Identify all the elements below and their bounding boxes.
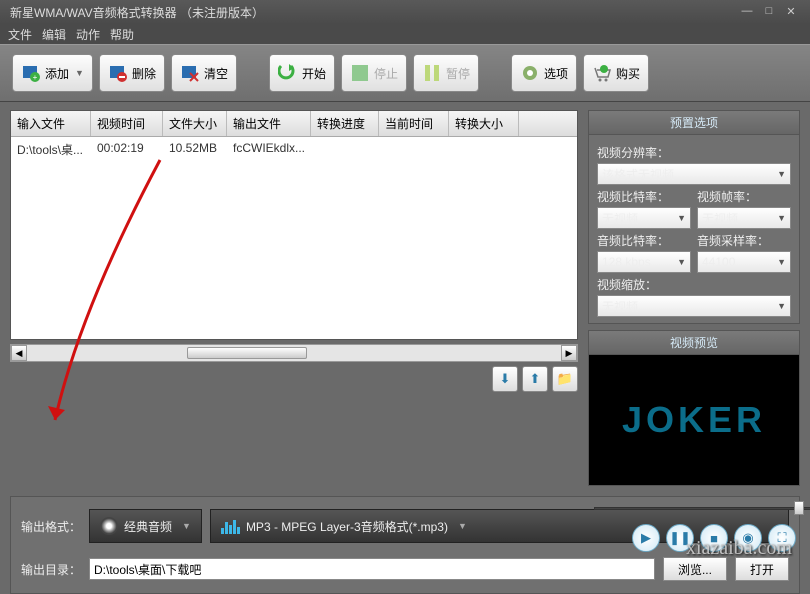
vbitrate-select[interactable]: 无视频 [597,207,691,229]
menu-file[interactable]: 文件 [8,26,32,42]
dropdown-icon: ▼ [182,521,191,531]
gear-icon [520,63,540,83]
disc-icon [100,517,118,535]
scroll-left-icon[interactable]: ◀ [11,345,27,361]
preview-logo: JOKER [622,399,766,441]
start-button[interactable]: 开始 [269,54,335,92]
dropdown-icon: ▼ [458,521,467,531]
open-button[interactable]: 打开 [735,557,789,581]
preview-panel: 视频预览 JOKER [588,330,800,486]
clear-button[interactable]: 清空 [171,54,237,92]
asample-select[interactable]: 44100 [697,251,791,273]
seek-slider[interactable] [594,502,796,514]
add-icon: + [21,63,41,83]
browse-button[interactable]: 浏览... [663,557,727,581]
pause-icon [422,63,442,83]
maximize-button[interactable]: □ [760,5,778,19]
preview-image: JOKER [589,355,799,485]
output-dir-input[interactable] [89,558,655,580]
vbitrate-label: 视频比特率： [597,188,691,205]
vfps-select[interactable]: 无视频 [697,207,791,229]
folder-button[interactable]: 📁 [552,366,578,392]
add-button[interactable]: +添加▼ [12,54,93,92]
th-duration[interactable]: 视频时间 [91,111,163,136]
output-dir-label: 输出目录： [21,561,81,578]
horizontal-scrollbar[interactable]: ◀ ▶ [10,344,578,362]
folder-icon: 📁 [557,371,573,387]
abitrate-select[interactable]: 128 kbps [597,251,691,273]
abitrate-label: 音频比特率： [597,232,691,249]
th-size[interactable]: 文件大小 [163,111,227,136]
vzoom-select[interactable]: 无视频 [597,295,791,317]
th-progress[interactable]: 转换进度 [311,111,379,136]
th-time[interactable]: 当前时间 [379,111,449,136]
th-output[interactable]: 输出文件 [227,111,311,136]
resolution-label: 视频分辨率： [597,144,791,161]
title-bar: 新星WMA/WAV音频格式转换器 （未注册版本） — □ ✕ [0,0,810,24]
scroll-right-icon[interactable]: ▶ [561,345,577,361]
equalizer-icon [221,518,240,534]
play-icon: ▶ [641,530,651,546]
delete-icon [108,63,128,83]
arrow-down-icon: ⬇ [500,371,511,387]
cart-icon [592,63,612,83]
start-icon [278,63,298,83]
pause-button[interactable]: 暂停 [413,54,479,92]
output-format-label: 输出格式： [21,518,81,535]
arrow-up-icon: ⬆ [530,371,541,387]
menu-action[interactable]: 动作 [76,26,100,42]
presets-panel: 预置选项 视频分辨率： 该格式无视频 视频比特率： 无视频 视频帧率： 无视频 音频… [588,110,800,324]
options-button[interactable]: 选项 [511,54,577,92]
play-button[interactable]: ▶ [632,524,660,552]
file-table: 输入文件 视频时间 文件大小 输出文件 转换进度 当前时间 转换大小 D:\to… [10,110,578,340]
toolbar: +添加▼ 删除 清空 开始 停止 暂停 选项 购买 [0,44,810,102]
move-up-button[interactable]: ⬆ [522,366,548,392]
scroll-thumb[interactable] [187,347,307,359]
table-header: 输入文件 视频时间 文件大小 输出文件 转换进度 当前时间 转换大小 [11,111,577,137]
close-button[interactable]: ✕ [782,5,800,19]
resolution-select[interactable]: 该格式无视频 [597,163,791,185]
menu-help[interactable]: 帮助 [110,26,134,42]
vfps-label: 视频帧率： [697,188,791,205]
dropdown-icon: ▼ [75,68,84,78]
format-category-select[interactable]: 经典音频▼ [89,509,202,543]
th-outsize[interactable]: 转换大小 [449,111,519,136]
preview-title: 视频预览 [589,331,799,355]
asample-label: 音频采样率： [697,232,791,249]
vzoom-label: 视频缩放： [597,276,791,293]
menu-edit[interactable]: 编辑 [42,26,66,42]
menu-bar: 文件 编辑 动作 帮助 [0,24,810,44]
table-row[interactable]: D:\tools\桌... 00:02:19 10.52MB fcCWIEkdl… [11,137,577,162]
move-down-button[interactable]: ⬇ [492,366,518,392]
delete-button[interactable]: 删除 [99,54,165,92]
stop-icon [350,63,370,83]
clear-icon [180,63,200,83]
stop-button[interactable]: 停止 [341,54,407,92]
presets-title: 预置选项 [589,111,799,135]
slider-thumb[interactable] [794,501,804,515]
watermark: xiazaiba.com [686,537,792,560]
minimize-button[interactable]: — [738,5,756,19]
th-input[interactable]: 输入文件 [11,111,91,136]
window-title: 新星WMA/WAV音频格式转换器 （未注册版本） [10,4,264,21]
buy-button[interactable]: 购买 [583,54,649,92]
svg-text:+: + [33,73,38,82]
